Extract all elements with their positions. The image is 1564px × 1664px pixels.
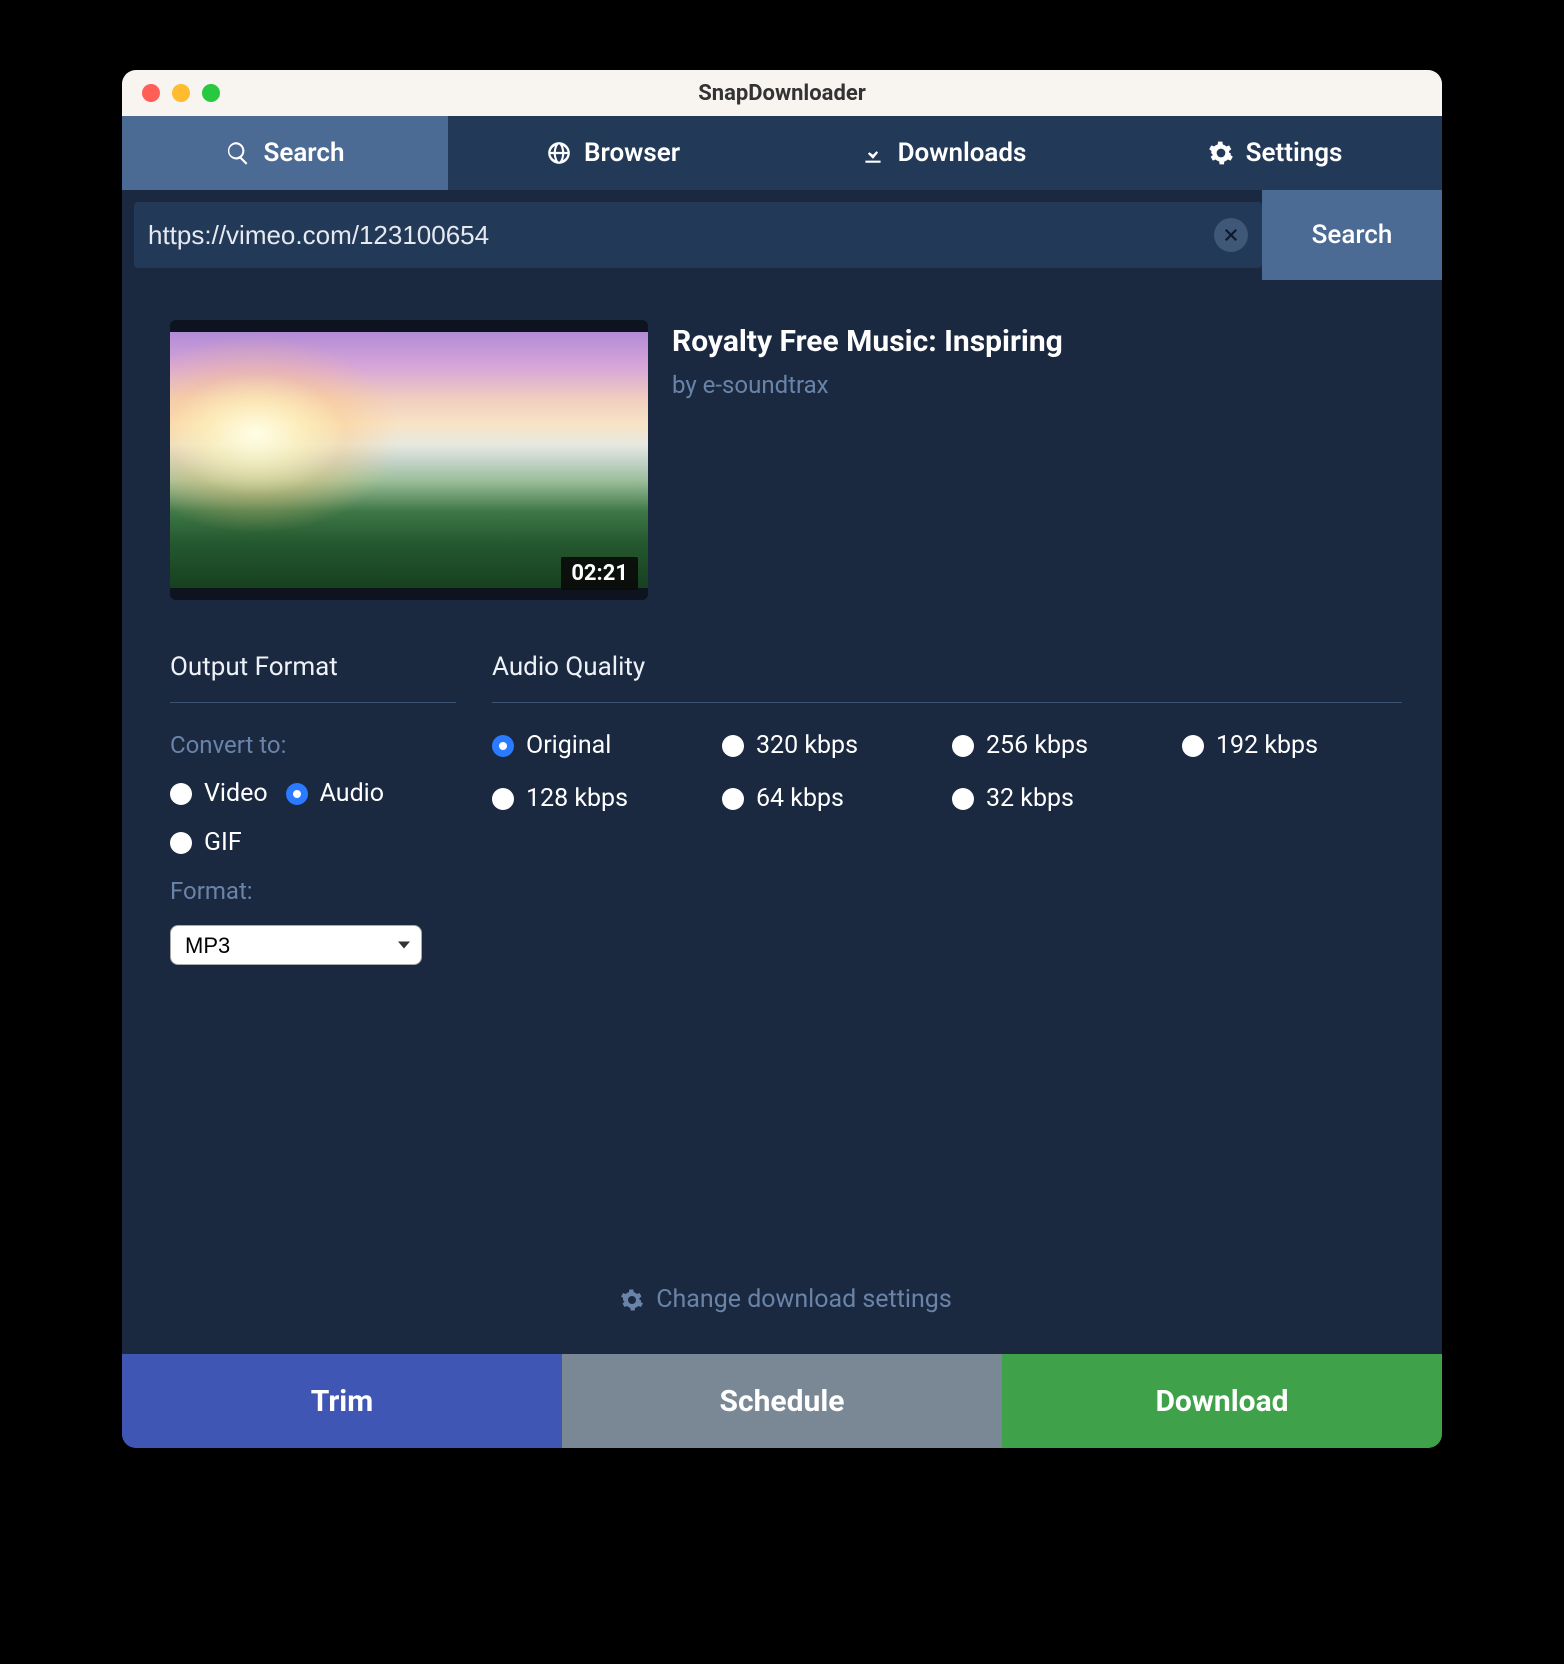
- action-bar: Trim Schedule Download: [122, 1354, 1442, 1448]
- radio-icon: [952, 735, 974, 757]
- video-info-row: 02:21 Royalty Free Music: Inspiring by e…: [170, 320, 1402, 600]
- search-icon: [225, 140, 251, 166]
- search-button[interactable]: Search: [1262, 190, 1442, 280]
- window-title: SnapDownloader: [122, 81, 1442, 106]
- gear-icon: [1208, 140, 1234, 166]
- convert-option-gif[interactable]: GIF: [170, 828, 242, 857]
- clear-url-button[interactable]: [1214, 218, 1248, 252]
- app-window: SnapDownloader Search Browser Downloads …: [122, 70, 1442, 1448]
- quality-option-label: 64 kbps: [756, 784, 844, 813]
- tab-browser[interactable]: Browser: [448, 116, 778, 190]
- convert-options-row2: GIF: [170, 828, 456, 857]
- download-button-label: Download: [1155, 1384, 1288, 1419]
- search-button-label: Search: [1312, 220, 1393, 250]
- video-author: by e-soundtrax: [672, 371, 1063, 399]
- main-tabs: Search Browser Downloads Settings: [122, 116, 1442, 190]
- traffic-lights: [122, 84, 220, 102]
- quality-option-original[interactable]: Original: [492, 731, 712, 760]
- radio-icon: [952, 788, 974, 810]
- radio-icon: [722, 735, 744, 757]
- quality-option-label: 320 kbps: [756, 731, 858, 760]
- quality-options-grid: Original 320 kbps 256 kbps 192 kbps: [492, 731, 1402, 813]
- change-download-settings-link[interactable]: Change download settings: [170, 1285, 1402, 1314]
- radio-icon: [286, 783, 308, 805]
- options-row: Output Format Convert to: Video Audio: [170, 652, 1402, 965]
- output-format-section: Output Format Convert to: Video Audio: [170, 652, 456, 965]
- schedule-button-label: Schedule: [720, 1384, 845, 1419]
- radio-icon: [170, 783, 192, 805]
- thumbnail-image: [170, 332, 648, 588]
- radio-icon: [170, 832, 192, 854]
- download-button[interactable]: Download: [1002, 1354, 1442, 1448]
- tab-search-label: Search: [263, 138, 344, 168]
- quality-option-label: 32 kbps: [986, 784, 1074, 813]
- tab-downloads-label: Downloads: [898, 138, 1027, 168]
- convert-option-video[interactable]: Video: [170, 779, 268, 808]
- search-bar-row: Search: [122, 190, 1442, 280]
- quality-option-label: 128 kbps: [526, 784, 628, 813]
- change-download-settings-label: Change download settings: [656, 1285, 951, 1314]
- quality-option-192[interactable]: 192 kbps: [1182, 731, 1402, 760]
- format-label: Format:: [170, 877, 456, 905]
- url-input[interactable]: [148, 220, 1214, 251]
- radio-icon: [492, 788, 514, 810]
- titlebar: SnapDownloader: [122, 70, 1442, 116]
- quality-option-32[interactable]: 32 kbps: [952, 784, 1172, 813]
- quality-option-label: 256 kbps: [986, 731, 1088, 760]
- gear-icon: [620, 1288, 644, 1312]
- tab-downloads[interactable]: Downloads: [778, 116, 1108, 190]
- convert-option-audio-label: Audio: [320, 779, 384, 808]
- close-window-button[interactable]: [142, 84, 160, 102]
- trim-button-label: Trim: [311, 1384, 374, 1419]
- download-icon: [860, 140, 886, 166]
- video-meta: Royalty Free Music: Inspiring by e-sound…: [672, 320, 1063, 600]
- convert-to-label: Convert to:: [170, 731, 456, 759]
- format-select-wrap: MP3: [170, 925, 456, 965]
- close-icon: [1222, 226, 1240, 244]
- tab-search[interactable]: Search: [122, 116, 448, 190]
- quality-option-128[interactable]: 128 kbps: [492, 784, 712, 813]
- quality-option-label: Original: [526, 731, 611, 760]
- trim-button[interactable]: Trim: [122, 1354, 562, 1448]
- convert-options-row1: Video Audio: [170, 779, 456, 808]
- convert-option-video-label: Video: [204, 779, 268, 808]
- convert-option-gif-label: GIF: [204, 828, 242, 857]
- tab-browser-label: Browser: [584, 138, 680, 168]
- tab-settings[interactable]: Settings: [1108, 116, 1442, 190]
- video-thumbnail[interactable]: 02:21: [170, 320, 648, 600]
- globe-icon: [546, 140, 572, 166]
- radio-icon: [722, 788, 744, 810]
- quality-option-320[interactable]: 320 kbps: [722, 731, 942, 760]
- output-format-title: Output Format: [170, 652, 456, 703]
- radio-icon: [492, 735, 514, 757]
- minimize-window-button[interactable]: [172, 84, 190, 102]
- video-duration-badge: 02:21: [561, 557, 638, 590]
- tab-settings-label: Settings: [1246, 138, 1343, 168]
- audio-quality-title: Audio Quality: [492, 652, 1402, 703]
- video-title: Royalty Free Music: Inspiring: [672, 324, 1063, 359]
- radio-icon: [1182, 735, 1204, 757]
- convert-option-audio[interactable]: Audio: [286, 779, 384, 808]
- quality-option-256[interactable]: 256 kbps: [952, 731, 1172, 760]
- quality-option-label: 192 kbps: [1216, 731, 1318, 760]
- schedule-button[interactable]: Schedule: [562, 1354, 1002, 1448]
- url-input-wrap: [134, 202, 1262, 268]
- audio-quality-section: Audio Quality Original 320 kbps 256 kbps: [492, 652, 1402, 965]
- maximize-window-button[interactable]: [202, 84, 220, 102]
- quality-option-64[interactable]: 64 kbps: [722, 784, 942, 813]
- content-area: 02:21 Royalty Free Music: Inspiring by e…: [122, 280, 1442, 1354]
- format-select[interactable]: MP3: [170, 925, 422, 965]
